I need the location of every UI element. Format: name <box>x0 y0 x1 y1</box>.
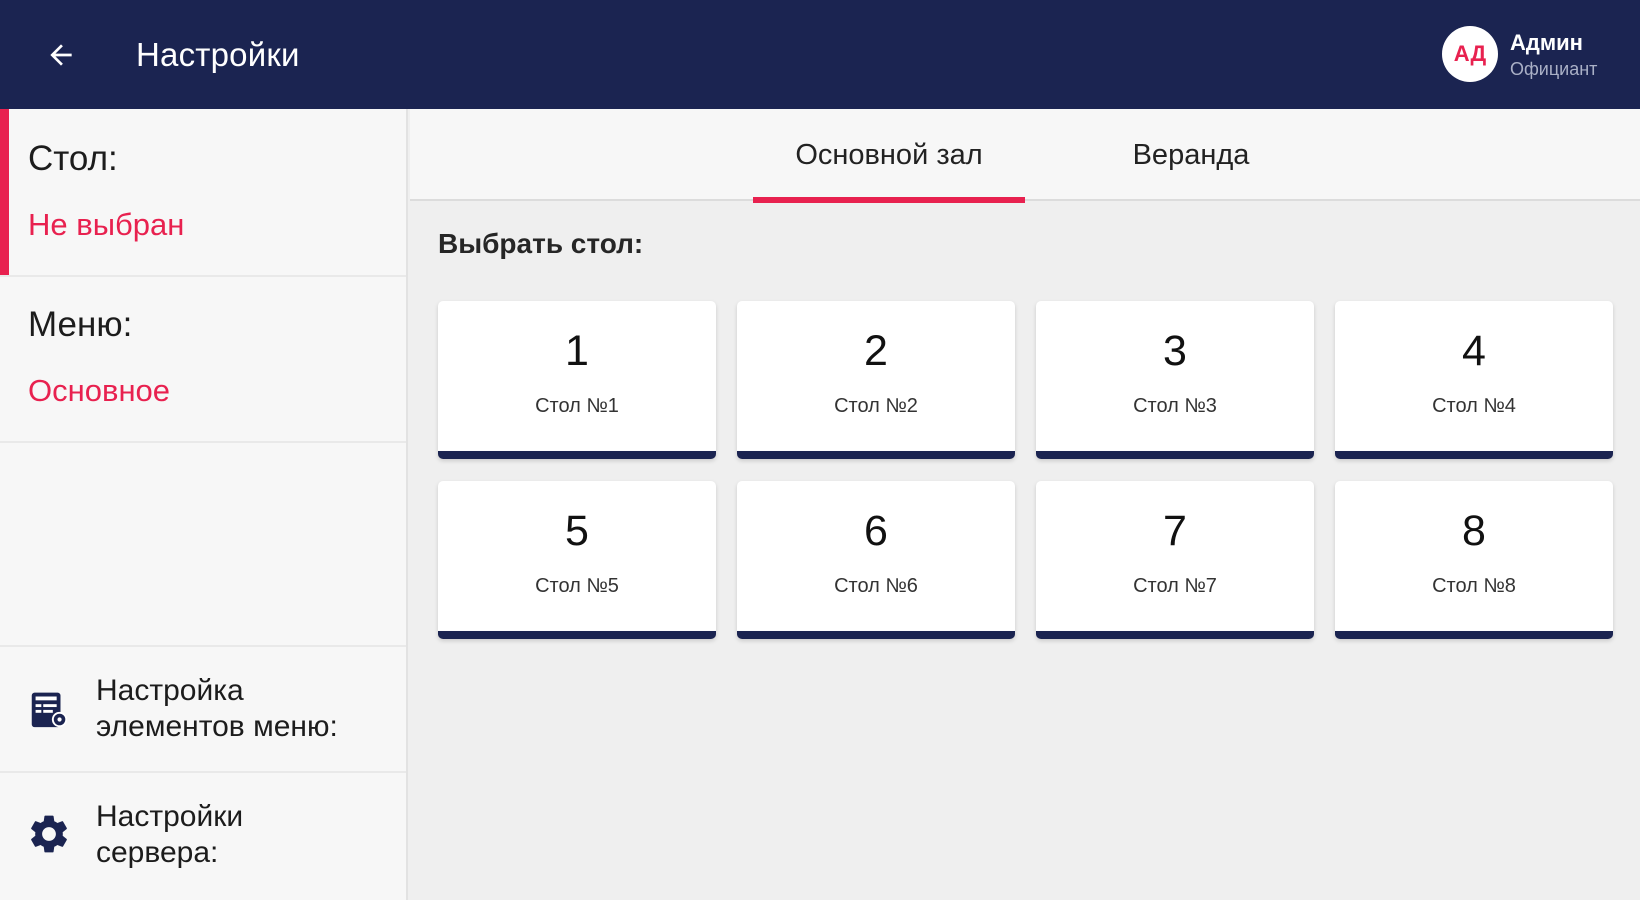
hall-tabs: Основной зал Веранда <box>410 109 1640 203</box>
arrow-left-icon <box>50 44 72 66</box>
table-value: Не выбран <box>28 207 185 242</box>
table-card-1[interactable]: 1 Стол №1 <box>438 301 716 459</box>
table-card-3[interactable]: 3 Стол №3 <box>1036 301 1314 459</box>
sidebar-menu-selector[interactable]: Меню: Основное <box>0 277 406 443</box>
tab-veranda[interactable]: Веранда <box>1050 109 1332 201</box>
table-card-4[interactable]: 4 Стол №4 <box>1335 301 1613 459</box>
tab-main-hall-label: Основной зал <box>795 138 983 171</box>
tab-veranda-label: Веранда <box>1132 138 1250 171</box>
table-number: 1 <box>565 327 589 375</box>
server-settings-line2: сервера: <box>96 836 219 869</box>
sidebar-table-selector[interactable]: Стол: Не выбран <box>0 109 406 277</box>
table-number: 8 <box>1462 507 1486 555</box>
menu-settings-icon <box>31 692 68 728</box>
menu-items-settings-label: Настройка элементов меню: <box>96 673 338 745</box>
menu-items-settings-line1: Настройка <box>96 674 244 707</box>
server-settings-label: Настройки сервера: <box>96 799 243 871</box>
table-card-5[interactable]: 5 Стол №5 <box>438 481 716 639</box>
server-settings-button[interactable]: Настройки сервера: <box>0 771 406 900</box>
table-number: 7 <box>1163 507 1187 555</box>
table-number: 4 <box>1462 327 1486 375</box>
page-title: Настройки <box>136 36 300 73</box>
table-number: 5 <box>565 507 589 555</box>
table-card-2[interactable]: 2 Стол №2 <box>737 301 1015 459</box>
table-number: 6 <box>864 507 888 555</box>
user-name: Админ <box>1510 30 1583 55</box>
table-name: Стол №2 <box>834 395 918 417</box>
table-name: Стол №8 <box>1432 575 1516 597</box>
table-name: Стол №6 <box>834 575 918 597</box>
back-button[interactable] <box>36 30 86 80</box>
menu-items-settings-button[interactable]: Настройка элементов меню: <box>0 645 406 771</box>
app-header: Настройки АД Админ Официант <box>0 0 1640 109</box>
table-name: Стол №3 <box>1133 395 1217 417</box>
gear-icon <box>31 815 67 853</box>
server-settings-line1: Настройки <box>96 800 244 833</box>
table-card-6[interactable]: 6 Стол №6 <box>737 481 1015 639</box>
menu-value: Основное <box>28 373 171 408</box>
sidebar: Стол: Не выбран Меню: Основное Настройка… <box>0 109 408 900</box>
table-card-8[interactable]: 8 Стол №8 <box>1335 481 1613 639</box>
table-name: Стол №7 <box>1133 575 1217 597</box>
table-number: 2 <box>864 327 888 375</box>
menu-items-settings-line2: элементов меню: <box>96 710 338 743</box>
menu-label: Меню: <box>28 305 133 344</box>
tab-main-hall[interactable]: Основной зал <box>753 109 1025 203</box>
avatar[interactable]: АД <box>1442 26 1498 82</box>
table-number: 3 <box>1163 327 1187 375</box>
table-name: Стол №4 <box>1432 395 1516 417</box>
table-name: Стол №5 <box>535 575 619 597</box>
user-role: Официант <box>1510 59 1598 79</box>
table-name: Стол №1 <box>535 395 619 417</box>
table-card-7[interactable]: 7 Стол №7 <box>1036 481 1314 639</box>
table-label: Стол: <box>28 139 118 178</box>
section-title: Выбрать стол: <box>438 228 644 259</box>
